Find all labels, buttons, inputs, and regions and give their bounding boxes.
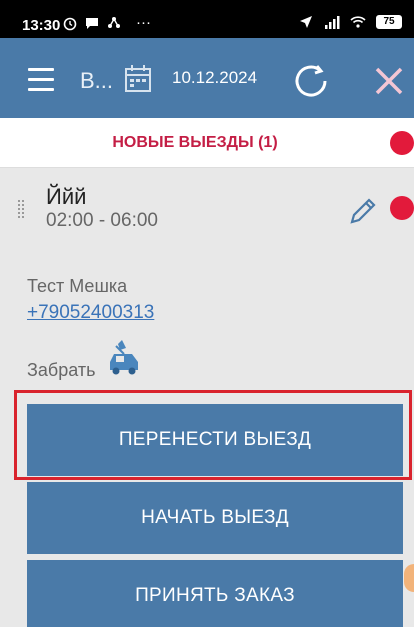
- app-screen: 13:30 ··· 75 В... 10.12.2024 НОВЫЕ ВЫЕЗД…: [0, 0, 414, 627]
- client-name: Тест Мешка: [27, 276, 128, 296]
- signal-icon: [325, 16, 340, 29]
- status-bar: 13:30 ··· 75: [0, 0, 414, 38]
- accept-order-button[interactable]: ПРИНЯТЬ ЗАКАЗ: [27, 560, 403, 627]
- client-phone-link[interactable]: +79052400313: [27, 302, 154, 324]
- app-title: В...: [80, 68, 114, 93]
- start-trip-button[interactable]: НАЧАТЬ ВЫЕЗД: [27, 482, 403, 554]
- menu-icon[interactable]: [28, 68, 54, 91]
- app-bar: В... 10.12.2024: [0, 38, 414, 118]
- floating-bubble[interactable]: [404, 564, 414, 592]
- pickup-label: Забрать: [27, 360, 96, 380]
- truck-icon: [110, 340, 138, 375]
- order-status-dot: [390, 196, 414, 220]
- order-time: 02:00 - 06:00: [46, 210, 158, 231]
- section-header[interactable]: НОВЫЕ ВЫЕЗДЫ (1): [0, 118, 414, 168]
- reschedule-button[interactable]: ПЕРЕНЕСТИ ВЫЕЗД: [27, 404, 403, 476]
- section-title: НОВЫЕ ВЫЕЗДЫ (1): [112, 134, 278, 151]
- edit-icon[interactable]: [348, 196, 378, 226]
- alarm-icon: [63, 17, 77, 30]
- order-name: Ййй: [46, 184, 87, 209]
- drag-handle-icon[interactable]: [18, 200, 26, 218]
- status-notifications: ···: [62, 14, 151, 31]
- wifi-icon: [350, 16, 366, 28]
- selected-date[interactable]: 10.12.2024: [172, 68, 257, 88]
- status-more: ···: [136, 14, 151, 31]
- chat-icon: [86, 17, 98, 29]
- refresh-icon[interactable]: [292, 62, 330, 100]
- status-time: 13:30: [22, 17, 61, 34]
- close-icon[interactable]: [374, 66, 404, 96]
- network-icon: [108, 16, 120, 28]
- status-dot: [390, 131, 414, 155]
- calendar-icon[interactable]: [124, 64, 152, 94]
- order-card: Ййй 02:00 - 06:00 Тест Мешка +7905240031…: [0, 168, 414, 627]
- location-icon: [300, 16, 312, 28]
- status-system: 75: [298, 14, 402, 30]
- battery-icon: 75: [376, 15, 402, 29]
